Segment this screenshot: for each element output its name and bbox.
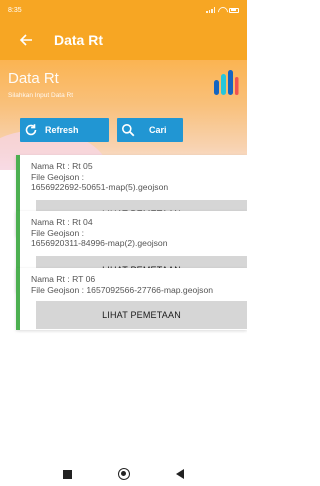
- banner-title: Data Rt: [8, 70, 59, 87]
- arrow-left-icon[interactable]: [18, 32, 34, 48]
- banner-subtitle: Silahkan Input Data Rt: [8, 92, 74, 99]
- battery-icon: [229, 7, 239, 13]
- header-banner: Data Rt Silahkan Input Data Rt Refresh C…: [0, 60, 247, 170]
- refresh-icon: [25, 124, 37, 136]
- geojson-file: File Geojson : 1657092566-27766-map.geoj…: [31, 284, 214, 295]
- status-bar: 8:35: [0, 0, 247, 20]
- geojson-label: File Geojson :: [31, 171, 85, 182]
- screen: 8:35 Data Rt Data Rt Silahkan Input Data…: [0, 0, 247, 486]
- search-icon: [122, 124, 135, 137]
- wifi-icon: [218, 7, 226, 13]
- geojson-label: File Geojson :: [31, 227, 85, 238]
- search-button[interactable]: Cari: [117, 118, 183, 142]
- status-time: 8:35: [8, 6, 22, 14]
- back-triangle-icon[interactable]: [176, 469, 184, 479]
- search-label: Cari: [149, 125, 167, 135]
- page-title: Data Rt: [54, 32, 104, 48]
- recents-icon[interactable]: [63, 469, 72, 479]
- geojson-file: 1656922692-50651-map(5).geojson: [31, 182, 169, 192]
- list-item: Nama Rt : RT 06 File Geojson : 165709256…: [16, 268, 247, 330]
- status-icons: [206, 7, 239, 13]
- signal-icon: [206, 7, 215, 13]
- view-map-button[interactable]: LIHAT PEMETAAN: [36, 301, 247, 329]
- app-bar: Data Rt: [0, 20, 247, 60]
- system-nav-bar: [0, 462, 247, 486]
- geojson-file: 1656920311-84996-map(2).geojson: [31, 238, 168, 248]
- rt-name: Nama Rt : RT 06: [31, 274, 96, 284]
- rt-name: Nama Rt : Rt 05: [31, 161, 93, 171]
- bar-chart-icon: [214, 70, 239, 95]
- home-icon[interactable]: [118, 468, 130, 480]
- refresh-label: Refresh: [45, 125, 79, 135]
- rt-name: Nama Rt : Rt 04: [31, 217, 93, 227]
- refresh-button[interactable]: Refresh: [20, 118, 109, 142]
